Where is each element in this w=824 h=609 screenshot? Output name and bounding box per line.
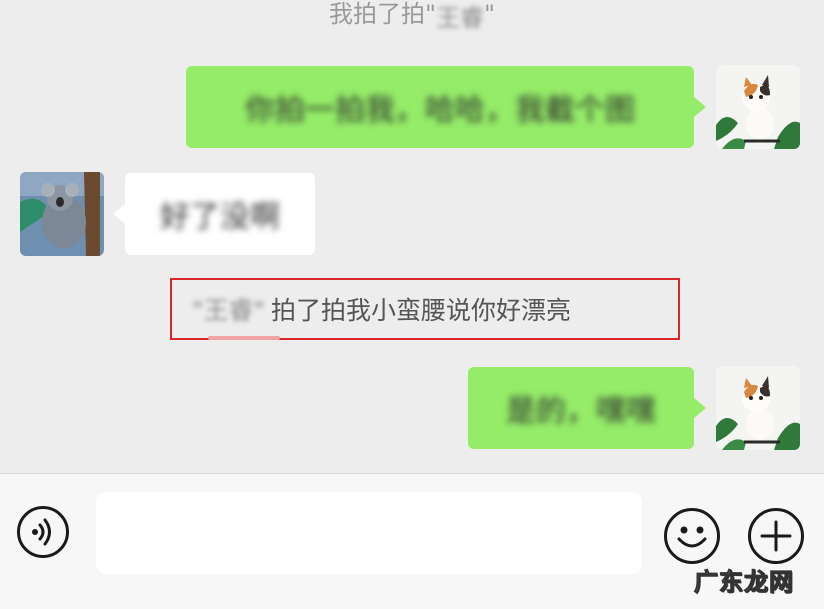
message-bubble-other[interactable]: 好了没啊 [125, 173, 315, 255]
site-watermark: 广东龙网 [694, 568, 794, 597]
kitten-avatar-image [716, 65, 800, 149]
koala-avatar-image [20, 172, 104, 256]
chat-area[interactable]: 我拍了拍"王睿" 你拍一拍我，哈哈，我截个图 好了没啊 "王睿" 拍了拍我小蛮腰… [0, 0, 824, 473]
pat-notice-text: 拍了拍我小蛮腰说你好漂亮 [271, 296, 572, 325]
message-bubble-self[interactable]: 是的，嘿嘿 [468, 367, 694, 449]
bubble-tail [113, 204, 125, 224]
kitten-avatar[interactable] [716, 366, 800, 450]
message-text: 你拍一拍我，哈哈，我截个图 [245, 93, 635, 128]
koala-avatar[interactable] [20, 172, 104, 256]
message-input[interactable] [96, 492, 642, 574]
voice-button[interactable] [17, 506, 69, 558]
message-bubble-self[interactable]: 你拍一拍我，哈哈，我截个图 [186, 66, 694, 148]
voice-icon [32, 518, 51, 546]
emoji-button[interactable] [664, 508, 720, 564]
blurred-name: "王睿" [192, 296, 265, 325]
pat-prefix: 我拍了拍" [328, 0, 436, 28]
kitten-avatar-image [716, 366, 800, 450]
pat-suffix: " [484, 0, 496, 28]
bubble-tail [694, 97, 706, 117]
more-button[interactable] [748, 508, 804, 564]
kitten-avatar[interactable] [716, 65, 800, 149]
underline-mark [208, 336, 280, 340]
bubble-tail [694, 398, 706, 418]
input-bar: 广东龙网 [0, 473, 824, 609]
emoji-icon [677, 526, 707, 548]
message-text: 好了没啊 [160, 200, 280, 235]
pat-notice: "王睿" 拍了拍我小蛮腰说你好漂亮 [170, 278, 680, 340]
pat-system-message: 我拍了拍"王睿" [0, 0, 824, 33]
plus-icon [760, 520, 792, 552]
blurred-name: 王睿 [436, 3, 484, 32]
message-text: 是的，嘿嘿 [506, 394, 656, 429]
